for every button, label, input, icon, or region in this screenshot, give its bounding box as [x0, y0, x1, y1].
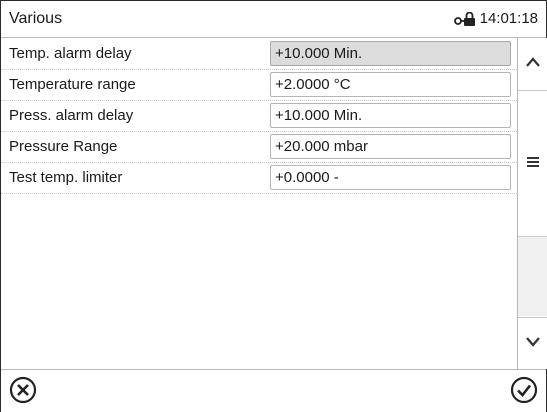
hamburger-icon [526, 155, 540, 173]
scroll-down-button[interactable] [518, 317, 547, 370]
status-area: 14:01:18 [453, 10, 538, 28]
row-label: Test temp. limiter [9, 169, 123, 186]
row-label: Pressure Range [9, 138, 118, 155]
footer-bar [1, 369, 546, 412]
parameter-list: Temp. alarm delay +10.000 Min. Temperatu… [1, 38, 517, 369]
scrollbar[interactable] [517, 38, 547, 369]
lock-icon [453, 12, 476, 26]
press-alarm-delay-field[interactable]: +10.000 Min. [270, 103, 511, 128]
temp-alarm-delay-field[interactable]: +10.000 Min. [270, 41, 511, 66]
clock-time: 14:01:18 [479, 10, 538, 27]
settings-window: Various 14:01:18 Temp. alarm delay +10.0… [0, 0, 547, 412]
parameter-row-press-alarm-delay: Press. alarm delay +10.000 Min. [1, 100, 517, 132]
chevron-down-icon [525, 335, 541, 353]
confirm-button[interactable] [508, 376, 540, 408]
page-title: Various [9, 10, 63, 27]
chevron-up-icon [525, 55, 541, 73]
check-circle-icon [510, 376, 538, 409]
scroll-thumb[interactable] [518, 91, 547, 237]
temperature-range-field[interactable]: +2.0000 °C [270, 72, 511, 97]
row-label: Temp. alarm delay [9, 45, 132, 62]
cancel-button[interactable] [7, 376, 39, 408]
pressure-range-field[interactable]: +20.000 mbar [270, 134, 511, 159]
parameter-row-pressure-range: Pressure Range +20.000 mbar [1, 131, 517, 163]
scroll-up-button[interactable] [518, 38, 547, 91]
row-label: Temperature range [9, 76, 136, 93]
close-circle-icon [9, 376, 37, 409]
test-temp-limiter-field[interactable]: +0.0000 - [270, 165, 511, 190]
parameter-row-test-temp-limiter: Test temp. limiter +0.0000 - [1, 162, 517, 194]
row-label: Press. alarm delay [9, 107, 134, 124]
parameter-row-temp-alarm-delay: Temp. alarm delay +10.000 Min. [1, 38, 517, 70]
title-bar: Various 14:01:18 [1, 1, 546, 38]
parameter-row-temperature-range: Temperature range +2.0000 °C [1, 69, 517, 101]
